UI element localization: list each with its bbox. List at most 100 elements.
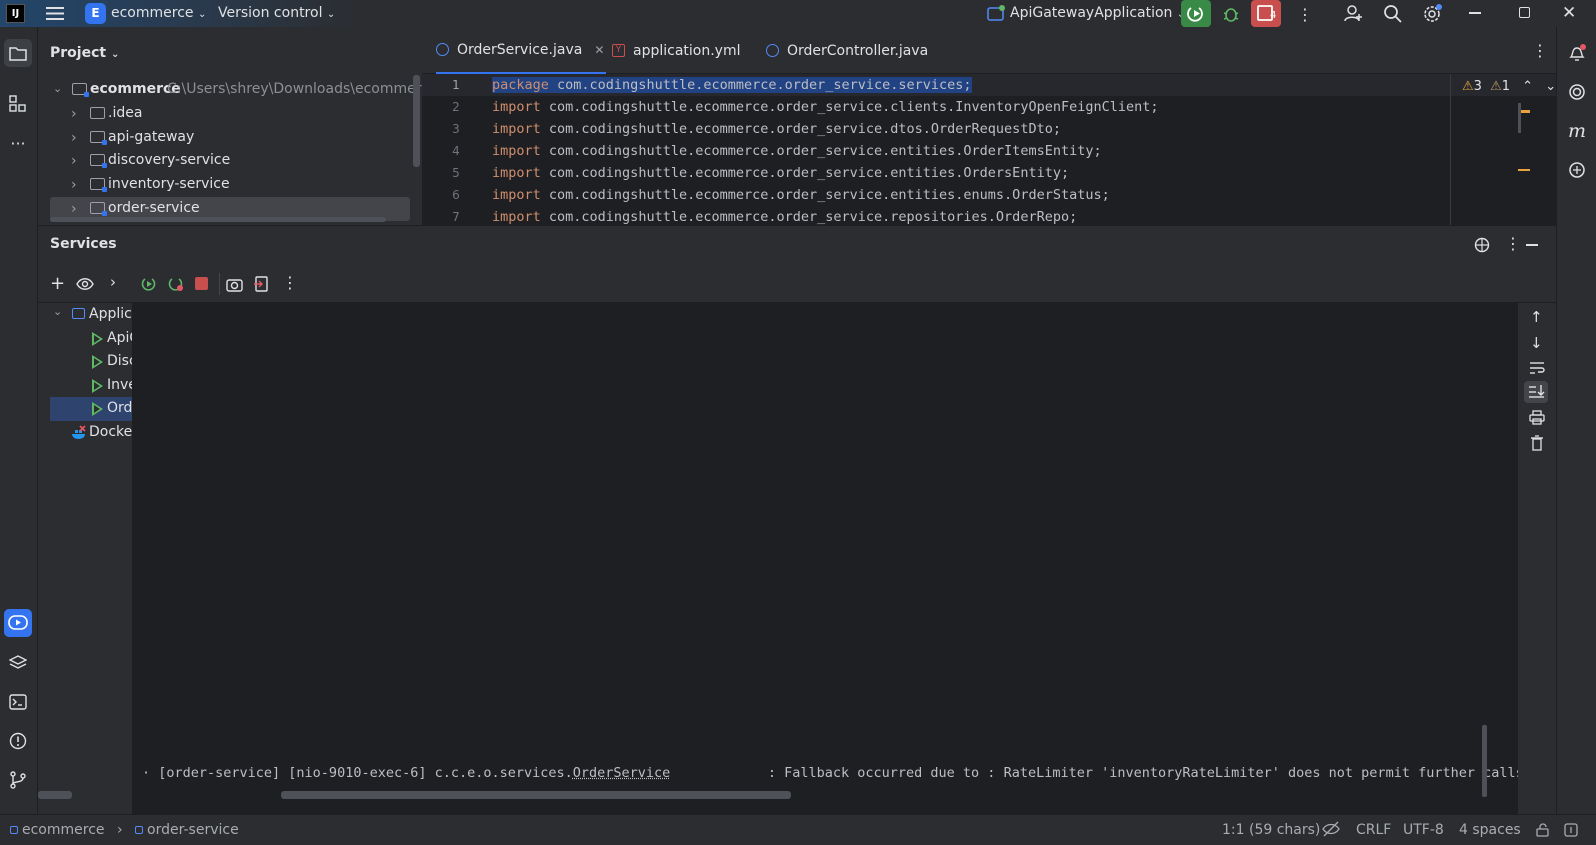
attach-icon[interactable] xyxy=(253,276,269,292)
arrow-up-icon[interactable]: ↑ xyxy=(1530,308,1543,326)
project-switcher[interactable]: ecommerce ⌄ xyxy=(111,5,206,21)
close-icon[interactable]: ✕ xyxy=(1562,3,1576,23)
close-tab-icon[interactable]: ✕ xyxy=(594,43,604,57)
layers-tool-icon[interactable] xyxy=(4,649,32,677)
tab-label: OrderController.java xyxy=(787,42,929,59)
tree-item-discovery-service[interactable]: › discovery-service xyxy=(38,149,410,173)
terminal-tool-icon[interactable] xyxy=(4,688,32,716)
project-tool-icon[interactable] xyxy=(4,39,32,67)
tab-ordercontroller[interactable]: OrderController.java xyxy=(766,27,928,74)
indent-setting[interactable]: 4 spaces xyxy=(1459,822,1521,838)
version-control-menu[interactable]: Version control ⌄ xyxy=(218,5,335,21)
chevron-down-icon: ⌄ xyxy=(326,9,336,20)
services-group-applications[interactable]: ⌄ Applica xyxy=(38,303,132,327)
code-editor[interactable]: 1 2 3 4 5 6 7 package com.codingshuttle.… xyxy=(422,74,1556,225)
rerun-icon[interactable] xyxy=(141,276,157,292)
lock-icon[interactable] xyxy=(1536,823,1550,837)
tree-item-inventory-service[interactable]: › inventory-service xyxy=(38,173,410,197)
services-item-apigateway[interactable]: ApiG xyxy=(38,327,132,351)
module-folder-icon xyxy=(90,202,107,216)
chevron-down-icon[interactable]: ⌄ xyxy=(1545,79,1556,94)
project-badge[interactable]: E xyxy=(85,3,106,24)
soft-wrap-icon[interactable] xyxy=(1529,361,1545,375)
project-scrollbar[interactable] xyxy=(413,75,420,167)
restore-icon[interactable] xyxy=(1519,7,1530,18)
console-vscrollbar[interactable] xyxy=(1482,725,1487,797)
stop-icon[interactable] xyxy=(195,277,208,290)
tab-options-icon[interactable]: ⋮ xyxy=(1532,41,1548,60)
print-icon[interactable] xyxy=(1529,410,1545,425)
stop-count: 4 xyxy=(1270,10,1277,21)
database-icon[interactable] xyxy=(1563,156,1591,184)
caret-position[interactable]: 1:1 (59 chars) xyxy=(1222,822,1320,838)
editor-scrollbar[interactable] xyxy=(1518,103,1521,133)
tree-item-label: discovery-service xyxy=(108,152,231,168)
rerun-button[interactable] xyxy=(1181,0,1211,27)
warning-marker[interactable] xyxy=(1518,169,1530,171)
crosshair-icon[interactable] xyxy=(1474,237,1490,253)
chevron-right-icon[interactable]: › xyxy=(110,273,116,291)
tree-hscrollbar[interactable] xyxy=(38,791,72,799)
structure-tool-icon[interactable] xyxy=(4,90,32,118)
hide-panel-icon[interactable] xyxy=(1526,244,1538,246)
ai-assistant-icon[interactable] xyxy=(1563,78,1591,106)
services-item-discovery[interactable]: Disco xyxy=(38,350,132,374)
breadcrumb-module[interactable]: order-service xyxy=(147,822,239,838)
tree-item-idea[interactable]: › .idea xyxy=(38,102,410,126)
yaml-icon: Y xyxy=(612,44,625,57)
trash-icon[interactable] xyxy=(1530,435,1544,451)
keyword: package xyxy=(492,77,549,93)
file-encoding[interactable]: UTF-8 xyxy=(1403,822,1444,838)
keyword: import xyxy=(492,209,541,225)
console-hscrollbar[interactable] xyxy=(281,791,791,799)
read-mode-icon[interactable] xyxy=(1322,821,1340,837)
maven-icon[interactable]: m xyxy=(1563,117,1591,145)
scroll-to-end-button[interactable] xyxy=(1524,381,1548,403)
search-icon[interactable] xyxy=(1383,4,1402,23)
log-class-link[interactable]: OrderService xyxy=(573,765,671,781)
code-line-3: import com.codingshuttle.ecommerce.order… xyxy=(492,121,1061,137)
weak-warning-count: 1 xyxy=(1501,79,1511,94)
services-item-order[interactable]: Ord xyxy=(50,397,132,421)
tab-label: OrderService.java xyxy=(457,41,583,58)
notifications-bell-icon[interactable] xyxy=(1563,39,1591,67)
console-output[interactable]: · [order-service] [nio-9010-exec-6] c.c.… xyxy=(38,303,1524,814)
editor-tab-bar: OrderService.java ✕ Y application.yml Or… xyxy=(422,27,1556,74)
chevron-up-icon[interactable]: ⌃ xyxy=(1522,79,1533,94)
run-config-selector[interactable]: ApiGatewayApplication ⌄ xyxy=(1010,5,1185,21)
minimize-icon[interactable] xyxy=(1469,12,1481,14)
line-separator[interactable]: CRLF xyxy=(1356,822,1391,838)
project-panel-title[interactable]: Project ⌄ xyxy=(50,45,119,61)
code-text: com.codingshuttle.ecommerce.order_servic… xyxy=(540,121,1061,137)
tab-application-yml[interactable]: Y application.yml xyxy=(612,27,741,74)
more-vertical-icon[interactable]: ⋮ xyxy=(282,273,298,292)
main-menu-icon[interactable] xyxy=(46,6,64,21)
project-hscrollbar[interactable] xyxy=(50,217,386,222)
eye-icon[interactable] xyxy=(76,277,94,291)
tab-orderservice[interactable]: OrderService.java ✕ xyxy=(436,27,606,74)
keyword: import xyxy=(492,165,541,181)
folder-icon xyxy=(90,107,105,119)
memory-indicator-icon[interactable] xyxy=(1564,823,1578,837)
more-vertical-icon[interactable]: ⋮ xyxy=(1505,234,1521,253)
git-tool-icon[interactable] xyxy=(4,766,32,794)
add-user-icon[interactable] xyxy=(1343,3,1363,23)
services-tool-icon[interactable] xyxy=(4,609,32,637)
debug-icon[interactable] xyxy=(1221,4,1241,24)
tree-item-api-gateway[interactable]: › api-gateway xyxy=(38,126,410,150)
settings-gear-icon[interactable] xyxy=(1422,3,1443,24)
add-service-icon[interactable]: + xyxy=(50,275,65,293)
services-item-docker[interactable]: Docker xyxy=(38,421,132,445)
arrow-down-icon[interactable]: ↓ xyxy=(1530,334,1543,352)
tree-root-ecommerce[interactable]: ⌄ ecommerce C:\Users\shrey\Downloads\eco… xyxy=(38,78,437,102)
inspection-widget[interactable]: ⚠3 ⚠1 ⌃ ⌄ xyxy=(1462,79,1556,94)
problems-tool-icon[interactable] xyxy=(4,727,32,755)
module-icon xyxy=(135,826,144,834)
services-item-inventory[interactable]: Inve xyxy=(38,374,132,398)
breadcrumb-root[interactable]: ecommerce xyxy=(22,822,105,838)
more-tools-icon[interactable]: ··· xyxy=(4,129,32,157)
stop-button[interactable]: 4 xyxy=(1251,0,1281,27)
more-vertical-icon[interactable]: ⋮ xyxy=(1297,5,1313,24)
rerun-failed-icon[interactable] xyxy=(168,276,184,292)
camera-icon[interactable] xyxy=(226,277,243,292)
